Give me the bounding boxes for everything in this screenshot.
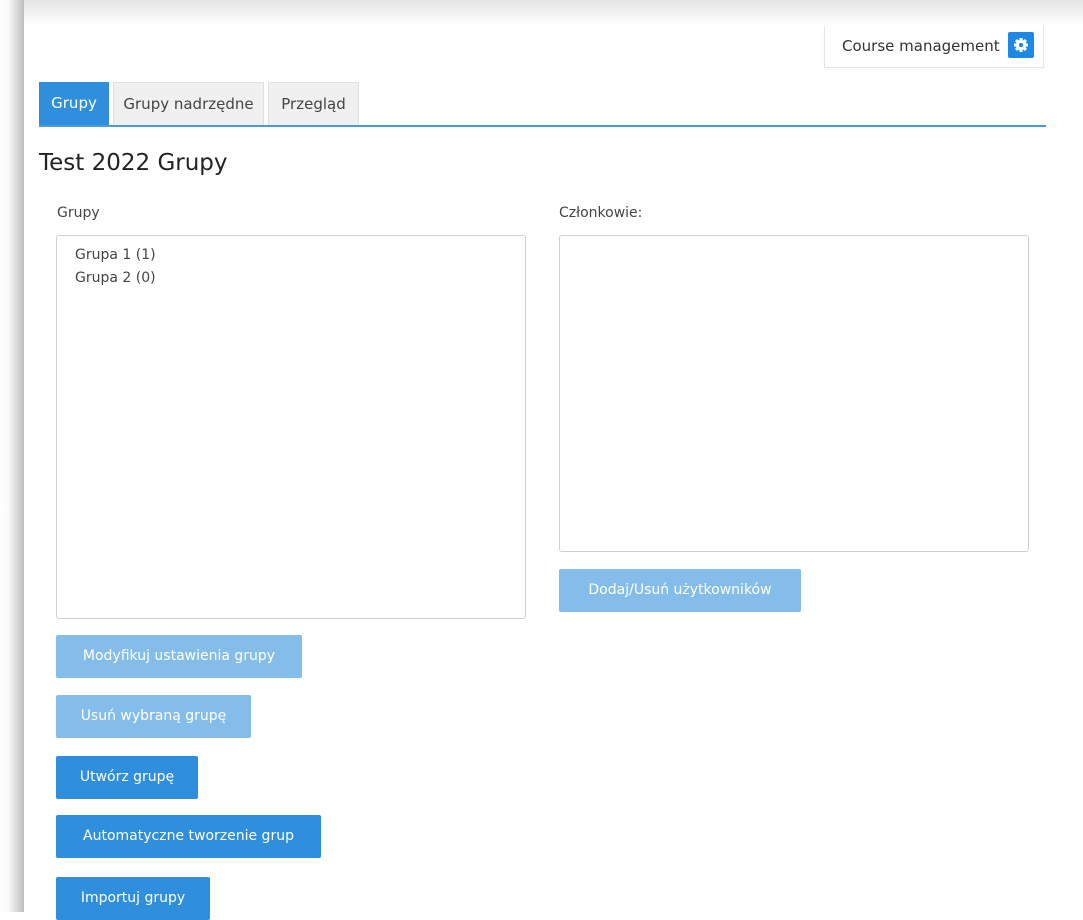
delete-selected-group-button[interactable]: Usuń wybraną grupę — [56, 695, 251, 738]
group-option-1[interactable]: Grupa 1 (1) — [57, 246, 525, 269]
group-option-2[interactable]: Grupa 2 (0) — [57, 269, 525, 292]
tab-grupy-nadrzedne[interactable]: Grupy nadrzędne — [113, 82, 264, 125]
modify-group-settings-button[interactable]: Modyfikuj ustawienia grupy — [56, 635, 302, 678]
window-left-shadow — [0, 0, 24, 912]
gear-icon-graphic — [1014, 38, 1028, 52]
create-group-button[interactable]: Utwórz grupę — [56, 756, 198, 799]
groups-page: Course management Grupy Grupy nadrzędne … — [24, 26, 1083, 920]
auto-create-groups-button[interactable]: Automatyczne tworzenie grup — [56, 815, 321, 858]
course-management-label: Course management — [842, 37, 1000, 55]
window-top-shadow — [0, 0, 1083, 26]
add-remove-users-button[interactable]: Dodaj/Usuń użytkowników — [559, 569, 801, 612]
members-select-list[interactable] — [559, 235, 1029, 552]
import-groups-button[interactable]: Importuj grupy — [56, 877, 210, 920]
groups-select-list[interactable]: Grupa 1 (1) Grupa 2 (0) — [56, 235, 526, 619]
course-management-button[interactable]: Course management — [824, 26, 1044, 68]
tab-przeglad[interactable]: Przegląd — [268, 82, 359, 125]
tab-grupy[interactable]: Grupy — [39, 82, 109, 125]
members-label: Członkowie: — [559, 205, 643, 221]
page-title: Test 2022 Grupy — [39, 150, 228, 176]
groups-label: Grupy — [57, 205, 100, 221]
tab-bar: Grupy Grupy nadrzędne Przegląd — [39, 82, 1046, 127]
gear-icon[interactable] — [1008, 32, 1034, 58]
